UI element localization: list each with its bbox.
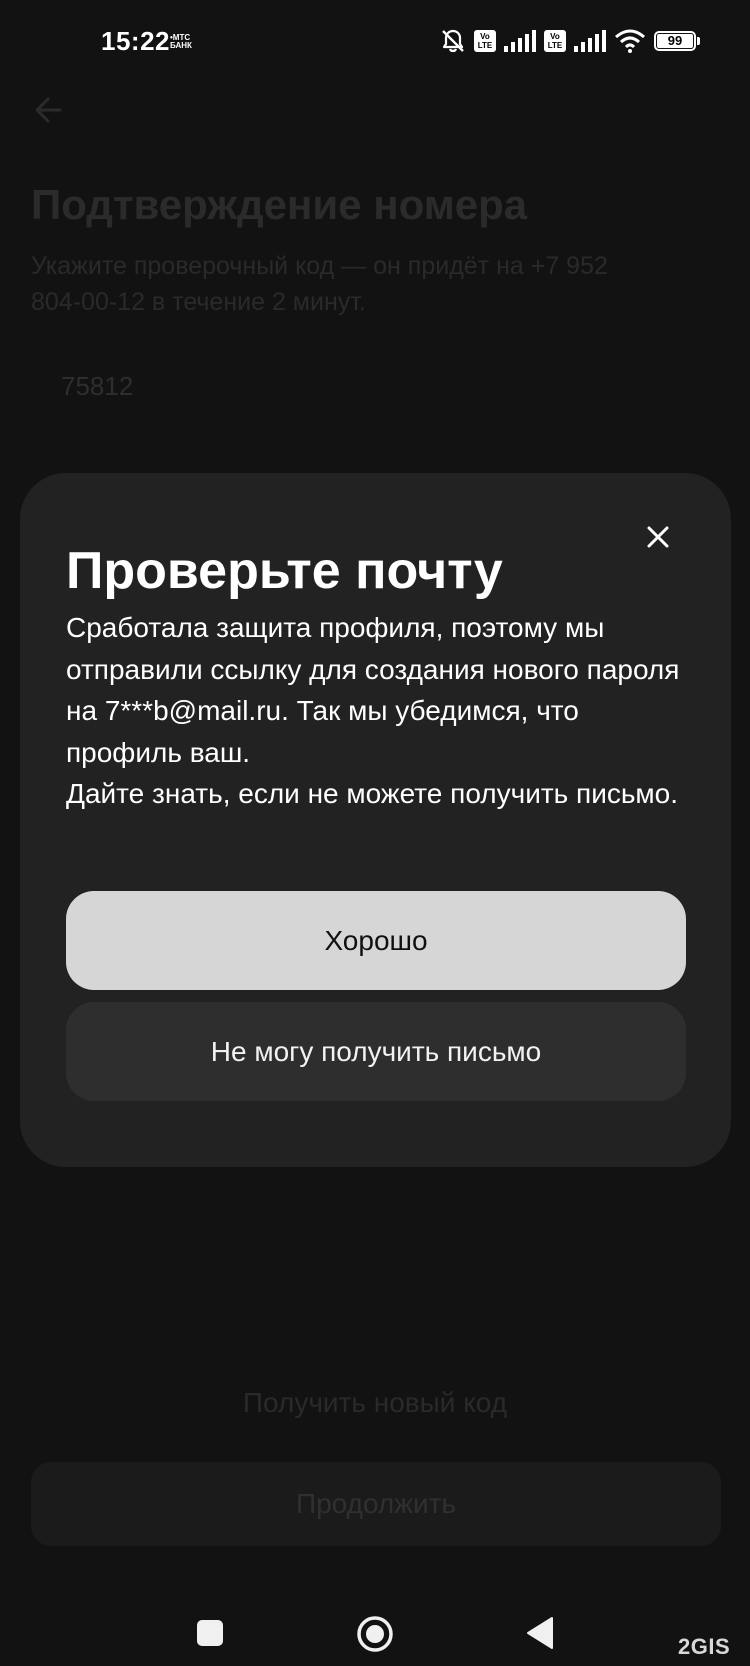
watermark: 2GIS <box>678 1634 731 1659</box>
arrow-left-icon[interactable] <box>30 90 70 130</box>
modal-title: Проверьте почту <box>66 542 503 600</box>
navigation-bar: 2GIS <box>0 1580 750 1666</box>
volte-icon: Vo LTE <box>474 30 496 52</box>
signal-icon <box>574 30 606 52</box>
modal-message: Сработала защита профиля, поэтому мы отп… <box>66 607 681 815</box>
cant-receive-email-button[interactable]: Не могу получить письмо <box>66 1002 686 1101</box>
battery-level: 99 <box>657 34 693 48</box>
ok-button[interactable]: Хорошо <box>66 891 686 990</box>
wifi-icon <box>615 29 645 53</box>
back-icon[interactable] <box>524 1616 554 1650</box>
home-icon[interactable] <box>356 1615 394 1653</box>
check-email-modal: Проверьте почту Сработала защита профиля… <box>20 473 731 1167</box>
continue-button[interactable]: Продолжить <box>31 1462 721 1546</box>
modal-paragraph-1: Сработала защита профиля, поэтому мы отп… <box>66 612 680 768</box>
close-icon[interactable] <box>642 521 674 553</box>
status-time: 15:22 <box>101 26 170 56</box>
status-bar: 15:22 •МТС БАНК Vo LTE Vo LTE 99 <box>0 0 750 86</box>
page-title: Подтверждение номера <box>31 181 528 228</box>
carrier-subname: БАНК <box>170 41 192 50</box>
code-input[interactable]: 75812 <box>31 360 281 412</box>
recent-apps-icon[interactable] <box>197 1620 223 1646</box>
battery-icon: 99 <box>654 31 700 51</box>
status-icons: Vo LTE Vo LTE 99 <box>440 26 700 56</box>
volte-icon: Vo LTE <box>544 30 566 52</box>
bell-off-icon <box>442 29 464 53</box>
signal-icon <box>504 30 536 52</box>
get-new-code-link[interactable]: Получить новый код <box>0 1387 750 1419</box>
carrier-logo: •МТС БАНК <box>170 34 192 50</box>
modal-paragraph-2: Дайте знать, если не можете получить пис… <box>66 778 679 809</box>
page-subtitle: Укажите проверочный код — он придёт на +… <box>31 252 608 316</box>
